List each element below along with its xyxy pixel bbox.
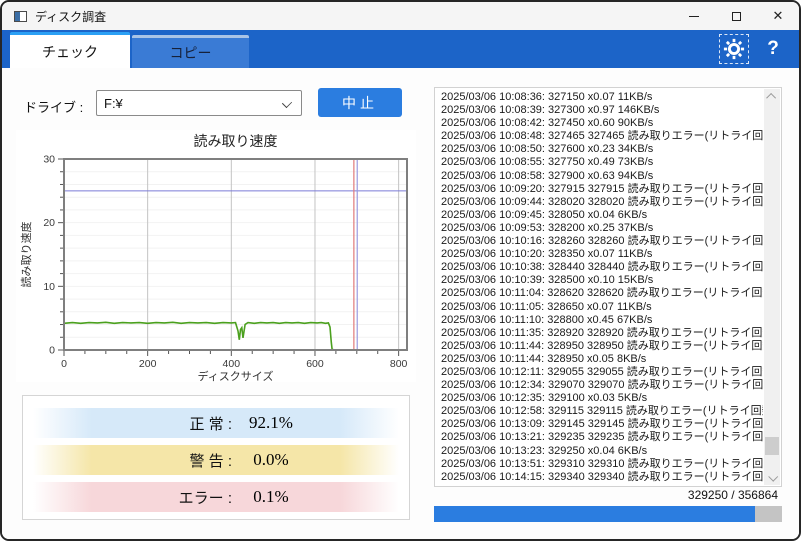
log-line: 2025/03/06 10:13:51: 329310 329310 読み取りエ… bbox=[441, 457, 763, 470]
log-line: 2025/03/06 10:11:05: 328650 x0.07 11KB/s bbox=[441, 300, 652, 313]
svg-text:30: 30 bbox=[43, 154, 55, 166]
stop-button[interactable]: 中止 bbox=[318, 88, 402, 117]
tab-copy[interactable]: コピー bbox=[132, 35, 249, 68]
log-line: 2025/03/06 10:12:11: 329055 329055 読み取りエ… bbox=[441, 365, 763, 378]
settings-button[interactable] bbox=[719, 34, 749, 64]
svg-text:読み取り速度: 読み取り速度 bbox=[194, 133, 278, 149]
log-line: 2025/03/06 10:14:15: 329340 329340 読み取りエ… bbox=[441, 470, 763, 483]
status-normal-label: 正 常 : bbox=[189, 415, 232, 433]
log-line: 2025/03/06 10:10:20: 328350 x0.07 11KB/s bbox=[441, 248, 653, 261]
log-line: 2025/03/06 10:13:09: 329145 329145 読み取りエ… bbox=[441, 418, 763, 431]
log-list[interactable]: 2025/03/06 10:08:36: 327150 x0.07 11KB/s… bbox=[434, 87, 782, 487]
stop-button-label: 中止 bbox=[342, 94, 378, 111]
svg-text:600: 600 bbox=[306, 358, 324, 370]
log-scrollbar[interactable] bbox=[764, 89, 780, 485]
status-row-warning: 警 告 : 0.0% bbox=[33, 445, 399, 475]
log-line: 2025/03/06 10:09:45: 328050 x0.04 6KB/s bbox=[441, 208, 648, 221]
read-speed-chart: 0 200 400 600 800 0 10 20 30 読み取り速度 ディスクサイズ 読み取り速度 bbox=[16, 130, 416, 383]
status-normal-value: 92.1% bbox=[249, 413, 293, 432]
log-line: 2025/03/06 10:08:58: 327900 x0.63 94KB/s bbox=[441, 169, 654, 182]
log-line: 2025/03/06 10:11:04: 328620 328620 読み取りエ… bbox=[441, 287, 763, 300]
status-warning-value: 0.0% bbox=[253, 450, 289, 469]
log-line: 2025/03/06 10:13:21: 329235 329235 読み取りエ… bbox=[441, 431, 763, 444]
window-controls: ✕ bbox=[673, 2, 799, 30]
progress-fill bbox=[434, 506, 756, 522]
log-line: 2025/03/06 10:11:35: 328920 328920 読み取りエ… bbox=[441, 326, 763, 339]
tab-bar: チェック コピー ? bbox=[2, 30, 799, 68]
app-window: ディスク調査 ✕ チェック コピー ? ドライブ: F:¥ 中止 0 200 … bbox=[0, 0, 801, 541]
log-line: 2025/03/06 10:09:20: 327915 327915 読み取りエ… bbox=[441, 182, 763, 195]
log-line: 2025/03/06 10:10:16: 328260 328260 読み取りエ… bbox=[441, 235, 763, 248]
log-line: 2025/03/06 10:11:10: 328800 x0.45 67KB/s bbox=[441, 313, 653, 326]
svg-text:読み取り速度: 読み取り速度 bbox=[19, 222, 33, 288]
help-button[interactable]: ? bbox=[761, 38, 785, 60]
status-row-error: エラー : 0.1% bbox=[33, 482, 399, 512]
header-buttons: ? bbox=[719, 33, 785, 65]
app-icon bbox=[14, 10, 27, 22]
drive-select-value: F:¥ bbox=[104, 95, 123, 111]
window-title: ディスク調査 bbox=[35, 9, 107, 24]
log-line: 2025/03/06 10:10:39: 328500 x0.10 15KB/s bbox=[441, 274, 654, 287]
log-line: 2025/03/06 10:08:50: 327600 x0.23 34KB/s bbox=[441, 143, 654, 156]
scrollbar-thumb[interactable] bbox=[765, 437, 779, 455]
log-line: 2025/03/06 10:10:38: 328440 328440 読み取りエ… bbox=[441, 261, 763, 274]
log-lines: 2025/03/06 10:08:36: 327150 x0.07 11KB/s… bbox=[441, 91, 763, 484]
svg-text:ディスクサイズ: ディスクサイズ bbox=[198, 369, 274, 382]
status-error-label: エラー : bbox=[178, 489, 232, 507]
log-line: 2025/03/06 10:09:44: 328020 328020 読み取りエ… bbox=[441, 195, 763, 208]
log-line: 2025/03/06 10:11:44: 328950 x0.05 8KB/s bbox=[441, 352, 647, 365]
log-line: 2025/03/06 10:12:34: 329070 329070 読み取りエ… bbox=[441, 379, 763, 392]
chevron-down-icon bbox=[767, 471, 778, 482]
status-warning-label: 警 告 : bbox=[189, 452, 232, 470]
log-line: 2025/03/06 10:08:48: 327465 327465 読み取りエ… bbox=[441, 130, 763, 143]
content-area: ドライブ : F:¥ 中止 0 200 400 600 800 0 10 20 30 読み取り速度… bbox=[2, 68, 799, 539]
tab-check[interactable]: チェック bbox=[10, 32, 130, 68]
read-speed-chart-svg: 0 200 400 600 8000102030読み取り速度ディスクサイズ読み取り速度 bbox=[19, 133, 408, 383]
progress-label: 329250 / 356864 bbox=[687, 488, 778, 502]
close-icon: ✕ bbox=[772, 8, 784, 23]
status-error-value: 0.1% bbox=[253, 487, 289, 506]
gear-icon bbox=[723, 38, 745, 60]
log-line: 2025/03/06 10:13:23: 329250 x0.04 6KB/s bbox=[441, 444, 648, 457]
svg-text:0: 0 bbox=[49, 345, 55, 357]
svg-text:200: 200 bbox=[139, 358, 157, 370]
status-row-normal: 正 常 : 92.1% bbox=[33, 408, 399, 438]
log-line: 2025/03/06 10:11:44: 328950 328950 読み取りエ… bbox=[441, 339, 763, 352]
svg-text:0: 0 bbox=[61, 358, 67, 370]
log-line: 2025/03/06 10:09:53: 328200 x0.25 37KB/s bbox=[441, 221, 654, 234]
maximize-icon bbox=[731, 11, 741, 21]
log-line: 2025/03/06 10:08:36: 327150 x0.07 11KB/s bbox=[441, 91, 653, 103]
title-bar: ディスク調査 ✕ bbox=[2, 2, 799, 30]
maximize-button[interactable] bbox=[715, 2, 757, 30]
log-line: 2025/03/06 10:12:58: 329115 329115 読み取りエ… bbox=[441, 405, 763, 418]
progress-bar bbox=[434, 506, 782, 522]
tab-copy-label: コピー bbox=[169, 45, 212, 61]
tab-check-label: チェック bbox=[42, 43, 98, 60]
close-button[interactable]: ✕ bbox=[757, 2, 799, 30]
chevron-down-icon bbox=[281, 97, 293, 109]
svg-text:20: 20 bbox=[43, 217, 55, 229]
minimize-icon bbox=[689, 15, 699, 17]
svg-text:10: 10 bbox=[43, 281, 55, 293]
log-line: 2025/03/06 10:12:35: 329100 x0.03 5KB/s bbox=[441, 392, 648, 405]
scroll-down-button[interactable] bbox=[764, 470, 780, 485]
chevron-up-icon bbox=[765, 92, 776, 103]
drive-select[interactable]: F:¥ bbox=[96, 90, 302, 116]
minimize-button[interactable] bbox=[673, 2, 715, 30]
status-panel: 正 常 : 92.1% 警 告 : 0.0% エラー : 0.1% bbox=[22, 395, 410, 520]
log-line: 2025/03/06 10:08:42: 327450 x0.60 90KB/s bbox=[441, 117, 654, 130]
svg-text:800: 800 bbox=[390, 358, 408, 370]
scroll-up-button[interactable] bbox=[764, 89, 780, 104]
drive-label: ドライブ : bbox=[24, 100, 84, 115]
log-line: 2025/03/06 10:08:55: 327750 x0.49 73KB/s bbox=[441, 156, 654, 169]
log-line: 2025/03/06 10:08:39: 327300 x0.97 146KB/… bbox=[441, 104, 660, 117]
svg-text:400: 400 bbox=[223, 358, 241, 370]
